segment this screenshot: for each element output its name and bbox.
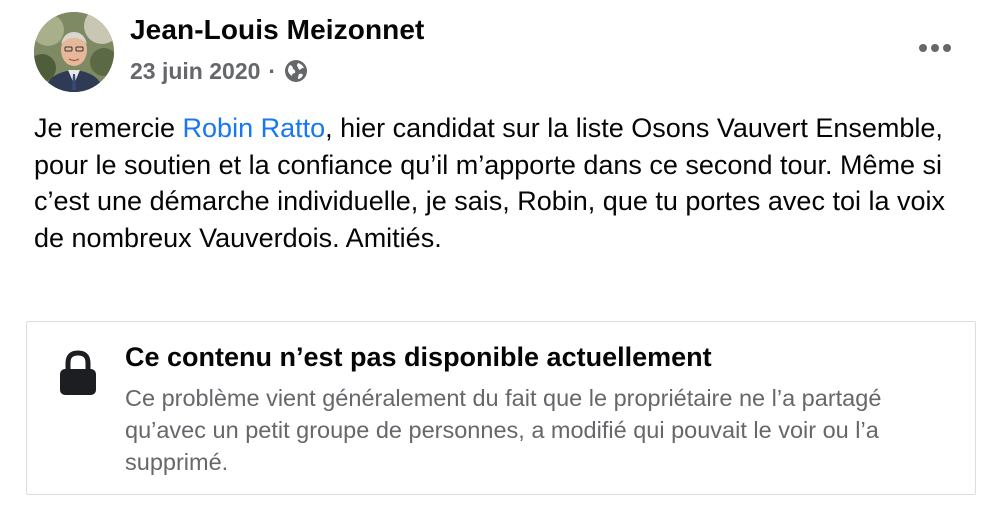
- author-name[interactable]: Jean-Louis Meizonnet: [130, 14, 424, 46]
- card-description: Ce problème vient généralement du fait q…: [125, 385, 882, 475]
- post-date[interactable]: 23 juin 2020: [130, 58, 260, 85]
- post-text: Je remercie Robin Ratto, hier candidat s…: [34, 110, 974, 256]
- meta-separator: ·: [268, 57, 277, 84]
- more-options-button[interactable]: [910, 34, 960, 62]
- globe-icon[interactable]: [284, 59, 308, 83]
- facebook-post: Jean-Louis Meizonnet 23 juin 2020 · Je r…: [0, 0, 998, 520]
- avatar-photo: [34, 12, 114, 92]
- mention-link[interactable]: Robin Ratto: [183, 113, 326, 143]
- card-title: Ce contenu n’est pas disponible actuelle…: [125, 342, 712, 372]
- post-text-intro: Je remercie: [34, 113, 183, 143]
- author-avatar[interactable]: [34, 12, 114, 92]
- post-meta: 23 juin 2020 ·: [130, 56, 308, 86]
- more-horizontal-icon: [919, 44, 951, 52]
- content-unavailable-card: Ce contenu n’est pas disponible actuelle…: [26, 321, 976, 495]
- lock-icon: [59, 350, 97, 396]
